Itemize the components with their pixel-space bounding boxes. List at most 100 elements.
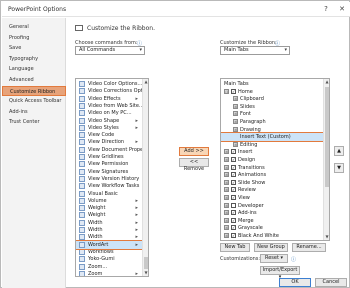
command-item[interactable]: Yoko-Gumi	[76, 255, 143, 263]
tab-checkbox[interactable]: ✓	[231, 233, 236, 238]
expand-icon[interactable]: ⊞	[224, 179, 229, 185]
tab-checkbox[interactable]: ✓	[231, 210, 236, 216]
commands-list[interactable]: Zoom ▸ Zoom... Yoko-Gumi Workflows WordArt ▸ Wi…	[75, 78, 149, 277]
ribbon-tree-item[interactable]: Main Tabs	[221, 80, 324, 88]
sidebar-item-customize-ribbon[interactable]: Customize Ribbon	[2, 85, 66, 96]
move-up-button[interactable]: ▲	[334, 146, 344, 156]
ribbon-tree-item[interactable]: Insert Text (Custom)	[221, 132, 325, 143]
command-item[interactable]: Weight ▸	[76, 211, 143, 219]
command-item[interactable]: Workflows	[76, 248, 143, 256]
collapse-icon[interactable]: ⊟	[224, 88, 229, 94]
tab-checkbox[interactable]: ✓	[231, 225, 236, 231]
tab-checkbox[interactable]: ✓	[231, 157, 236, 162]
expand-icon[interactable]: ⊞	[224, 225, 229, 231]
expand-icon[interactable]: ⊞	[224, 149, 229, 155]
scroll-down-icon[interactable]: ▼	[324, 234, 329, 240]
command-item[interactable]: WordArt ▸	[76, 239, 144, 250]
sidebar-item-quick-access-toolbar[interactable]: Quick Access Toolbar	[2, 96, 66, 106]
expand-icon[interactable]: ⊞	[224, 172, 229, 178]
tab-checkbox[interactable]: ✓	[231, 172, 236, 178]
command-item[interactable]: Visual Basic	[76, 190, 143, 198]
command-item[interactable]: Weight ▸	[76, 204, 143, 212]
scroll-thumb[interactable]	[144, 257, 148, 269]
ribbon-tree-item[interactable]: ⊞ Editing	[221, 141, 324, 149]
ribbon-tree-item[interactable]: ⊞ ✓ Animations	[221, 171, 324, 179]
cancel-button[interactable]: Cancel	[315, 278, 347, 287]
command-item[interactable]: Video from Web Site...	[76, 102, 144, 110]
sidebar-item-general[interactable]: General	[2, 22, 66, 32]
ribbon-tree-item[interactable]: ⊞ ✓ View	[221, 194, 324, 202]
scroll-up-icon[interactable]: ▲	[143, 79, 148, 85]
command-item[interactable]: Video Color Options...	[76, 80, 143, 88]
new-tab-button[interactable]: New Tab	[220, 243, 250, 252]
command-item[interactable]: View Direction ▸	[76, 138, 143, 146]
ribbon-tree-item[interactable]: ⊞ ✓ Design	[221, 156, 324, 164]
expand-icon[interactable]: ⊞	[224, 217, 229, 223]
scroll-up-icon[interactable]: ▲	[324, 79, 329, 85]
ribbon-tree-item[interactable]: ⊞ Paragraph	[221, 118, 324, 126]
command-item[interactable]: Video on My PC...	[76, 109, 143, 117]
expand-icon[interactable]: ⊞	[233, 111, 238, 117]
command-item[interactable]: Video Shape ▸	[76, 117, 143, 125]
command-item[interactable]: Zoom ▸	[76, 270, 143, 276]
tab-checkbox[interactable]: ✓	[231, 164, 236, 170]
ribbon-tree-item[interactable]: ⊟ ✓ Home	[221, 88, 324, 96]
scroll-thumb[interactable]	[325, 87, 329, 187]
expand-icon[interactable]: ⊞	[224, 187, 229, 193]
ribbon-tree-item[interactable]: ⊞ ✓ Add-ins	[221, 209, 324, 217]
expand-icon[interactable]: ⊞	[224, 157, 229, 162]
ribbon-tree-item[interactable]: ⊞ ✓ Merge	[221, 217, 324, 225]
command-item[interactable]: Volume ▸	[76, 197, 143, 205]
ribbon-tree-item[interactable]: ⊞ Drawing	[221, 126, 324, 134]
command-item[interactable]: Video Effects ▸	[76, 95, 143, 103]
expand-icon[interactable]: ⊞	[224, 233, 229, 238]
add-button[interactable]: Add >>	[179, 147, 209, 156]
ribbon-tree-item[interactable]: ⊞ ✓ Slide Show	[221, 179, 324, 187]
command-item[interactable]: View Permission	[76, 160, 143, 168]
tab-checkbox[interactable]	[231, 202, 236, 208]
ribbon-tree-item[interactable]: ⊞ Font	[221, 110, 324, 118]
new-group-button[interactable]: New Group	[254, 243, 288, 252]
command-item[interactable]: View Workflow Tasks	[76, 182, 143, 190]
command-item[interactable]: Video Styles ▸	[76, 124, 143, 132]
tab-checkbox[interactable]: ✓	[231, 195, 236, 200]
command-item[interactable]: View Document Properties...	[76, 146, 148, 154]
ribbon-tree-item[interactable]: ⊞ ✓ Insert	[221, 148, 324, 156]
ribbon-tree[interactable]: ⊞ ✓ Black And White ⊞ ✓ Grayscale ⊞ ✓ Merge ⊞ ✓ Add…	[220, 78, 330, 241]
remove-button[interactable]: << Remove	[179, 158, 209, 172]
sidebar-item-add-ins[interactable]: Add-ins	[2, 107, 66, 117]
ribbon-tree-item[interactable]: ⊞ ✓ Grayscale	[221, 224, 324, 232]
commands-dropdown[interactable]: All Commands ▾	[75, 46, 145, 55]
sidebar-item-trust-center[interactable]: Trust Center	[2, 117, 66, 127]
expand-icon[interactable]: ⊞	[224, 164, 229, 170]
expand-icon[interactable]: ⊞	[233, 96, 238, 102]
sidebar-item-typography[interactable]: Typography	[2, 54, 66, 64]
tab-checkbox[interactable]: ✓	[231, 217, 236, 223]
command-item[interactable]: View Version History	[76, 175, 143, 183]
command-item[interactable]: Width ▸	[76, 233, 143, 241]
expand-icon[interactable]: ⊞	[224, 202, 229, 208]
expand-icon[interactable]: ⊞	[233, 141, 238, 147]
ribbon-tree-item[interactable]: ⊞ ✓ Review	[221, 186, 324, 194]
sidebar-item-advanced[interactable]: Advanced	[2, 75, 66, 85]
move-down-button[interactable]: ▼	[334, 163, 344, 173]
reset-button[interactable]: Reset ▾	[260, 254, 288, 263]
ok-button[interactable]: OK	[279, 278, 311, 287]
ribbon-tree-item[interactable]: ⊞ Slides	[221, 103, 324, 111]
expand-icon[interactable]: ⊞	[224, 210, 229, 216]
tabs-dropdown[interactable]: Main Tabs ▾	[220, 46, 290, 55]
rename-button[interactable]: Rename...	[292, 243, 326, 252]
command-item[interactable]: Width ▸	[76, 226, 143, 234]
ribbon-tree-item[interactable]: ⊞ Clipboard	[221, 95, 324, 103]
command-item[interactable]: Width ▸	[76, 219, 143, 227]
command-item[interactable]: View Signatures	[76, 168, 143, 176]
expand-icon[interactable]: ⊞	[233, 119, 238, 124]
ribbon-tree-item[interactable]: ⊞ ✓ Transitions	[221, 164, 324, 172]
import-export-button[interactable]: Import/Export ▾	[260, 266, 300, 280]
scroll-down-icon[interactable]: ▼	[143, 270, 148, 276]
tree-scrollbar[interactable]: ▲ ▼	[323, 79, 329, 240]
sidebar-item-proofing[interactable]: Proofing	[2, 33, 66, 43]
ribbon-tree-item[interactable]: ⊞ ✓ Black And White	[221, 232, 324, 240]
tab-checkbox[interactable]: ✓	[231, 88, 236, 94]
commands-scrollbar[interactable]: ▲ ▼	[142, 79, 148, 276]
